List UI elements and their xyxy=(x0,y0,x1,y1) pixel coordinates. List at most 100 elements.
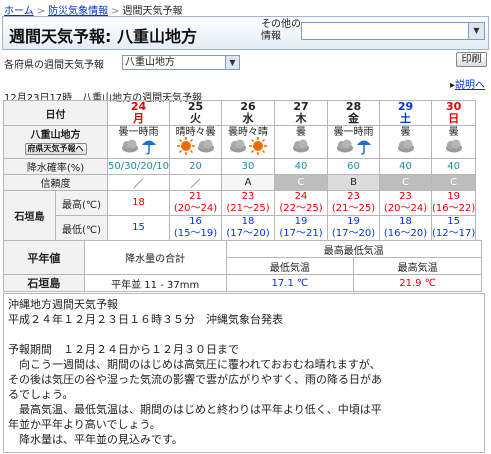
max-temp-value: 23 xyxy=(399,191,412,202)
region-cell: 八重山地方 府県天気予報へ xyxy=(3,125,108,159)
weekly-forecast-table: 日付 24 月 25 火 26 水 27 木 28 金 29 土 30 日 八重山地方 府県天… xyxy=(3,100,477,241)
reliability-value: C xyxy=(274,174,329,191)
min-temp-value: 18 xyxy=(241,216,255,227)
max-temp-range: (22〜25) xyxy=(279,203,323,214)
max-temp-value: 18 xyxy=(132,197,145,208)
min-temp-range: (17〜20) xyxy=(331,228,376,239)
date-cell-5: 29 土 xyxy=(379,100,433,126)
forecast-text: 沖縄地方週間天気予報 平成２４年１２月２３日１６時３５分 沖縄気象台発表 予報期… xyxy=(3,293,485,453)
weather-cell-6: 曇 xyxy=(431,125,477,159)
weather-icons xyxy=(108,138,169,158)
date-cell-2: 26 水 xyxy=(221,100,276,126)
cloud-icon xyxy=(292,139,310,156)
weather-text: 曇 xyxy=(448,126,459,138)
max-temp-value: 23 xyxy=(241,191,255,202)
max-temp-cell: 24 (22〜25) xyxy=(274,190,329,216)
other-info-select[interactable]: ▼ xyxy=(301,22,485,40)
region-name: 八重山地方 xyxy=(30,129,81,141)
normals-title: 平年値 xyxy=(3,240,85,275)
breadcrumb: ホーム > 防災気象情報 > 週間天気予報 xyxy=(4,2,182,17)
date-cell-6: 30 日 xyxy=(431,100,477,126)
reliability-value: ／ xyxy=(106,174,171,191)
cloud-icon xyxy=(445,139,463,156)
temp-header: 最高最低気温 xyxy=(225,240,483,258)
min-temp-cell: 19 (17〜20) xyxy=(327,215,381,241)
weather-text: 曇 xyxy=(400,126,411,138)
chevron-down-icon: ▼ xyxy=(468,23,484,39)
max-temp-value: 23 xyxy=(347,191,360,202)
pop-header: 降水確率(%) xyxy=(3,158,108,175)
reliability-value: B xyxy=(327,174,381,191)
max-temp-value: 19 xyxy=(447,191,461,202)
max-temp-normal-header: 最高気温 xyxy=(353,257,482,275)
max-temp-cell: 18 xyxy=(106,190,171,216)
min-temp-range: (15〜19) xyxy=(173,228,218,239)
day-of-week: 月 xyxy=(133,112,144,125)
help-link[interactable]: ▸説明へ xyxy=(450,76,485,91)
max-temp-range: (20〜24) xyxy=(383,203,428,214)
min-temp-cell: 18 (16〜20) xyxy=(379,215,433,241)
min-temp-range: (12〜17) xyxy=(432,228,476,239)
day-of-week: 火 xyxy=(190,112,202,125)
day-of-week: 木 xyxy=(295,112,307,125)
umbrella-icon xyxy=(356,137,372,158)
reliability-value: C xyxy=(379,174,433,191)
weather-text: 曇一時雨 xyxy=(118,126,159,138)
weather-cell-4: 曇一時雨 xyxy=(327,125,381,159)
min-temp-cell: 15 (12〜17) xyxy=(431,215,477,241)
weather-icons xyxy=(432,138,475,158)
max-temp-value: 21 xyxy=(189,191,202,202)
max-temp-normal-value: 21.9 ℃ xyxy=(353,274,482,292)
sun-icon xyxy=(176,137,195,158)
print-button[interactable]: 印刷 xyxy=(456,52,487,67)
min-temp-value: 19 xyxy=(294,216,308,227)
weather-cell-2: 曇時々晴 xyxy=(221,125,276,159)
min-temp-range: (17〜20) xyxy=(226,228,270,239)
pop-value: 60 xyxy=(327,158,381,175)
precip-normal-value: 平年並 11 - 37mm xyxy=(83,274,227,292)
weather-icons xyxy=(170,137,221,158)
reliability-header: 信頼度 xyxy=(3,174,108,191)
min-temp-cell: 16 (15〜19) xyxy=(169,215,223,241)
min-temp-range: (17〜21) xyxy=(279,228,323,239)
min-temp-normal-header: 最低気温 xyxy=(225,257,355,275)
day-of-week: 日 xyxy=(448,112,460,125)
cloud-icon xyxy=(397,139,415,156)
min-temp-range: (16〜20) xyxy=(383,228,428,239)
max-temp-cell: 23 (21〜25) xyxy=(327,190,381,216)
weather-cell-5: 曇 xyxy=(379,125,433,159)
date-header: 日付 xyxy=(3,100,108,126)
max-temp-range: (21〜25) xyxy=(226,203,270,214)
max-temp-range: (16〜22) xyxy=(432,203,476,214)
pref-select[interactable]: 八重山地方 ▼ xyxy=(122,55,240,70)
min-temp-cell: 18 (17〜20) xyxy=(221,215,276,241)
weather-text: 曇一時雨 xyxy=(333,126,374,138)
max-temp-cell: 23 (21〜25) xyxy=(221,190,276,216)
pop-value: 40 xyxy=(379,158,433,175)
cloud-icon xyxy=(229,139,247,156)
weather-icons xyxy=(328,138,379,158)
pop-value: 50/30/20/10 xyxy=(106,158,171,175)
pref-label: 各府県の週間天気予報 xyxy=(4,60,104,71)
region-forecast-button[interactable]: 府県天気予報へ xyxy=(24,142,87,155)
weather-cell-3: 曇 xyxy=(274,125,329,159)
umbrella-icon xyxy=(141,137,157,158)
max-temp-range: (21〜25) xyxy=(331,203,376,214)
pop-value: 40 xyxy=(431,158,477,175)
weather-text: 晴時々曇 xyxy=(175,126,216,138)
weather-cell-0: 曇一時雨 xyxy=(106,125,171,159)
weather-text: 曇 xyxy=(296,126,307,138)
reliability-value: C xyxy=(431,174,477,191)
cloud-icon xyxy=(336,139,354,156)
title-bar: 週間天気予報: 八重山地方 その他の 情報 ▼ xyxy=(2,16,489,50)
help-link-label[interactable]: 説明へ xyxy=(455,80,485,91)
other-info-label: その他の 情報 xyxy=(261,19,301,42)
max-temp-cell: 21 (20〜24) xyxy=(169,190,223,216)
weather-cell-1: 晴時々曇 xyxy=(169,125,223,159)
date-cell-0: 24 月 xyxy=(106,100,171,126)
date-cell-4: 28 金 xyxy=(327,100,381,126)
min-temp-value: 16 xyxy=(189,216,202,227)
normals-city: 石垣島 xyxy=(3,274,85,292)
max-temp-cell: 23 (20〜24) xyxy=(379,190,433,216)
reliability-value: A xyxy=(221,174,276,191)
